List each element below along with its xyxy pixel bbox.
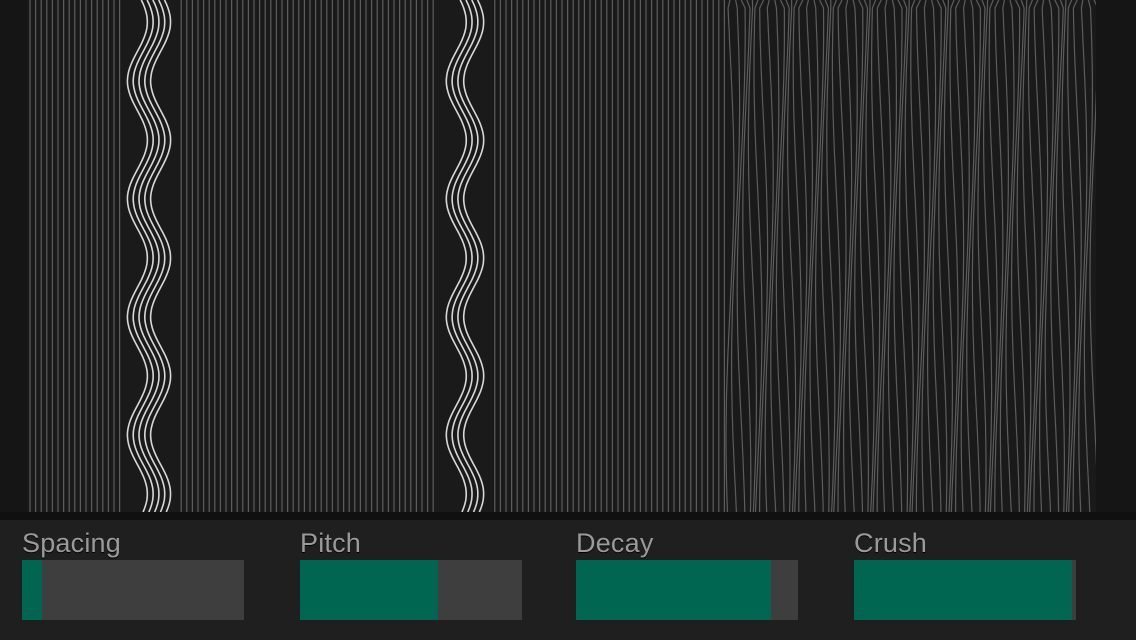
- decay-label: Decay: [576, 528, 654, 558]
- waveform-line: [1089, 0, 1096, 467]
- waveform-line: [1083, 0, 1093, 512]
- pitch-slider-fill: [300, 560, 438, 620]
- waveform-line: [1044, 0, 1054, 512]
- decay-slider-fill: [576, 560, 772, 620]
- waveform-line: [826, 0, 836, 512]
- decay-slider[interactable]: [576, 560, 798, 620]
- crush-control: Crush: [854, 520, 1076, 640]
- waveform-line: [1005, 0, 1015, 512]
- waveform-line: [815, 0, 825, 512]
- waveform-line: [927, 0, 937, 512]
- waveform-line: [1039, 0, 1049, 512]
- app-root: Spacing Pitch Decay Crush: [0, 0, 1136, 640]
- waveform-line: [966, 0, 976, 512]
- waveform-line: [747, 0, 757, 512]
- decay-control: Decay: [576, 520, 798, 640]
- waveform-line: [983, 0, 993, 512]
- waveform-line: [138, 0, 160, 512]
- waveform-line: [1078, 0, 1088, 512]
- spacing-label: Spacing: [22, 528, 121, 558]
- pitch-slider[interactable]: [300, 560, 522, 620]
- waveform-line: [904, 0, 914, 512]
- waveform-line: [457, 0, 479, 512]
- crush-label: Crush: [854, 528, 928, 558]
- crush-slider-fill: [854, 560, 1072, 620]
- controls-panel: Spacing Pitch Decay Crush: [0, 520, 1136, 640]
- waveform-line: [943, 0, 953, 512]
- waveform-line: [787, 0, 797, 512]
- divider: [0, 512, 1136, 520]
- waveform-line: [736, 0, 746, 512]
- spacing-control: Spacing: [22, 520, 244, 640]
- waveform-line: [451, 0, 473, 512]
- spacing-slider[interactable]: [22, 560, 244, 620]
- waveform-line: [775, 0, 785, 512]
- waveform-line: [865, 0, 875, 512]
- spacing-slider-fill: [22, 560, 42, 620]
- waveform-visualizer: [28, 0, 1096, 512]
- waveform-line: [1022, 0, 1032, 512]
- waveform-line: [1061, 0, 1071, 512]
- pitch-label: Pitch: [300, 528, 362, 558]
- waveform-lines: [29, 0, 1096, 512]
- crush-slider[interactable]: [854, 560, 1076, 620]
- pitch-control: Pitch: [300, 520, 522, 640]
